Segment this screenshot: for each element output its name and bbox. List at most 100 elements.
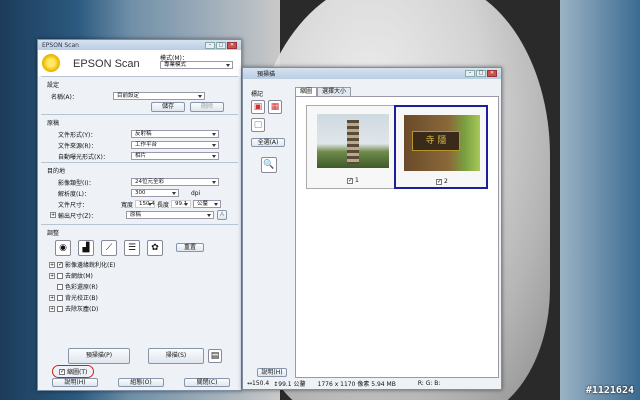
delete-settings-button[interactable]: 刪除 (190, 102, 224, 112)
doc-source-select[interactable]: 工作平台 (131, 141, 219, 149)
thumbnail-area: 1 寺 隱 2 (295, 96, 499, 378)
minimize-button[interactable]: – (465, 70, 475, 77)
height-label: 長度 (157, 201, 170, 209)
original-title: 原稿 (47, 120, 60, 127)
status-pixels: 1776 x 1170 像素 5.94 MB (317, 381, 396, 388)
scan-button-label: 掃描(S) (165, 352, 187, 359)
pagoda-image (317, 114, 389, 168)
thumbnail-checkbox[interactable] (59, 368, 65, 375)
thumbnail-2[interactable]: 寺 隱 2 (394, 105, 488, 189)
select-all-button[interactable]: 全選(A) (251, 138, 285, 147)
adjust-section: 調整 ◉ ▟ ⟋ ☰ ✿ 重置 + 影像邊緣銳利化(E) + 去網紋(M) 色彩… (41, 224, 238, 313)
image-adjust-icon[interactable]: ☰ (124, 240, 140, 256)
width-field[interactable]: 150.4 (135, 200, 156, 208)
output-size-select[interactable]: 原稿 (126, 211, 214, 219)
close-button[interactable]: 關閉(C) (184, 378, 230, 387)
resolution-label: 解析度(L)： (58, 190, 91, 198)
minimize-button[interactable]: – (205, 41, 215, 49)
height-field[interactable]: 99.1 (171, 200, 192, 208)
preview-window: 預掃描 – □ ✕ 標記 ▣ ▦ ▢ 全選(A) 🔍 縮圖 選擇大小 1 (242, 67, 502, 390)
option-label: 色彩還原(R) (65, 284, 98, 291)
histogram-icon[interactable]: ▟ (78, 240, 94, 256)
preview-button[interactable]: 預掃描(P) (68, 348, 130, 364)
tab-thumbnail[interactable]: 縮圖 (295, 87, 318, 96)
status-height: 99.1 公釐 (278, 381, 306, 388)
settings-title: 設定 (47, 82, 60, 89)
option-checkbox[interactable] (57, 283, 63, 290)
settings-section: 設定 名稱(A)： 目前設定 儲存 刪除 (41, 76, 238, 114)
image-type-select[interactable]: 24位元全彩 (131, 178, 219, 186)
preview-titlebar: 預掃描 – □ ✕ (243, 68, 501, 79)
option-row[interactable]: + 影像邊緣銳利化(E) (49, 259, 238, 270)
close-window-button[interactable]: ✕ (487, 70, 497, 77)
option-checkbox[interactable] (57, 305, 63, 312)
doc-source-label: 文件來源(R)： (58, 142, 97, 150)
epson-logo-icon (42, 54, 60, 72)
maximize-button[interactable]: □ (216, 41, 226, 49)
name-select[interactable]: 目前設定 (113, 92, 205, 100)
multi-marquee-icon[interactable]: ▦ (268, 100, 282, 114)
option-row[interactable]: + 去除灰塵(D) (49, 303, 238, 314)
option-row[interactable]: + 背光校正(B) (49, 292, 238, 303)
width-label: 寬度 (121, 201, 134, 209)
auto-exposure-icon[interactable]: ◉ (55, 240, 71, 256)
option-label: 背光校正(B) (65, 295, 98, 302)
thumbnail-1[interactable]: 1 (306, 105, 400, 189)
delete-marquee-icon[interactable]: ▢ (251, 118, 265, 132)
zoom-icon[interactable]: 🔍 (261, 157, 277, 173)
thumbnail-option[interactable]: 縮圖(T) (52, 365, 95, 378)
expand-icon[interactable]: + (49, 261, 55, 268)
tone-curve-icon[interactable]: ⟋ (101, 240, 117, 256)
preview-tabs: 縮圖 選擇大小 (295, 87, 352, 96)
doc-type-label: 文件形式(Y)： (58, 131, 97, 139)
close-window-button[interactable]: ✕ (227, 41, 237, 49)
option-row[interactable]: + 去網紋(M) (49, 270, 238, 281)
app-header: EPSON Scan 模式(M)： 專業模式 (38, 50, 241, 76)
expand-icon[interactable]: + (49, 272, 55, 279)
config-button[interactable]: 組態(O) (118, 378, 164, 387)
output-size-edit-button[interactable]: A (217, 210, 227, 220)
resolution-select[interactable]: 300 (131, 189, 179, 197)
expand-icon[interactable]: + (49, 294, 55, 301)
option-checkbox[interactable] (57, 261, 63, 268)
preview-help-button[interactable]: 說明(H) (257, 368, 287, 377)
mode-select[interactable]: 專業模式 (160, 61, 233, 69)
option-label: 去除灰塵(D) (65, 306, 99, 313)
thumbnail-label: 縮圖(T) (67, 369, 88, 376)
thumbnail-2-checkbox[interactable] (436, 178, 442, 185)
option-checkbox[interactable] (57, 294, 63, 301)
bottom-bar: 預掃描(P) 掃描(S) ▤ 縮圖(T) 說明(H) 組態(O) 關閉(C) (38, 346, 241, 390)
adjust-title: 調整 (47, 230, 60, 237)
color-palette-icon[interactable]: ✿ (147, 240, 163, 256)
marquee-icon[interactable]: ▣ (251, 100, 265, 114)
preview-sidebar: 標記 ▣ ▦ ▢ 全選(A) 🔍 (247, 85, 291, 173)
status-width: 150.4 (252, 380, 270, 387)
window-title: EPSON Scan (42, 41, 79, 49)
image-type-label: 影像類型(I)： (58, 179, 95, 187)
option-checkbox[interactable] (57, 272, 63, 279)
help-button[interactable]: 說明(H) (52, 378, 98, 387)
size-unit-select[interactable]: 公釐 (193, 200, 222, 208)
main-titlebar: EPSON Scan – □ ✕ (38, 40, 241, 50)
option-row[interactable]: 色彩還原(R) (49, 281, 238, 292)
epson-scan-window: EPSON Scan – □ ✕ EPSON Scan 模式(M)： 專業模式 … (37, 39, 242, 391)
temple-sign-image: 寺 隱 (404, 115, 480, 171)
preview-button-label: 預掃描(P) (85, 352, 113, 359)
reset-button[interactable]: 重置 (176, 243, 204, 252)
expand-icon[interactable]: + (49, 305, 55, 312)
scan-button[interactable]: 掃描(S) (148, 348, 204, 364)
app-name: EPSON Scan (73, 58, 140, 70)
target-section: 目的地 影像類型(I)： 24位元全彩 解析度(L)： 300 dpi 文件尺寸… (41, 162, 238, 224)
status-rgb: R: G: B: (417, 380, 441, 387)
output-size-label: 輸出尺寸(Z)： (58, 212, 97, 220)
file-save-settings-icon[interactable]: ▤ (208, 349, 222, 363)
doc-type-select[interactable]: 反射稿 (131, 130, 219, 138)
status-bar: ↔150.4 ↕99.1 公釐 1776 x 1170 像素 5.94 MB R… (247, 379, 497, 388)
auto-exposure-select[interactable]: 相片 (131, 152, 219, 160)
output-size-expand-icon[interactable]: + (50, 212, 56, 218)
auto-exposure-label: 自動曝光形式(X)： (58, 153, 109, 161)
thumbnail-1-checkbox[interactable] (347, 177, 353, 184)
save-settings-button[interactable]: 儲存 (151, 102, 185, 112)
maximize-button[interactable]: □ (476, 70, 486, 77)
tab-normal[interactable]: 選擇大小 (317, 87, 352, 96)
